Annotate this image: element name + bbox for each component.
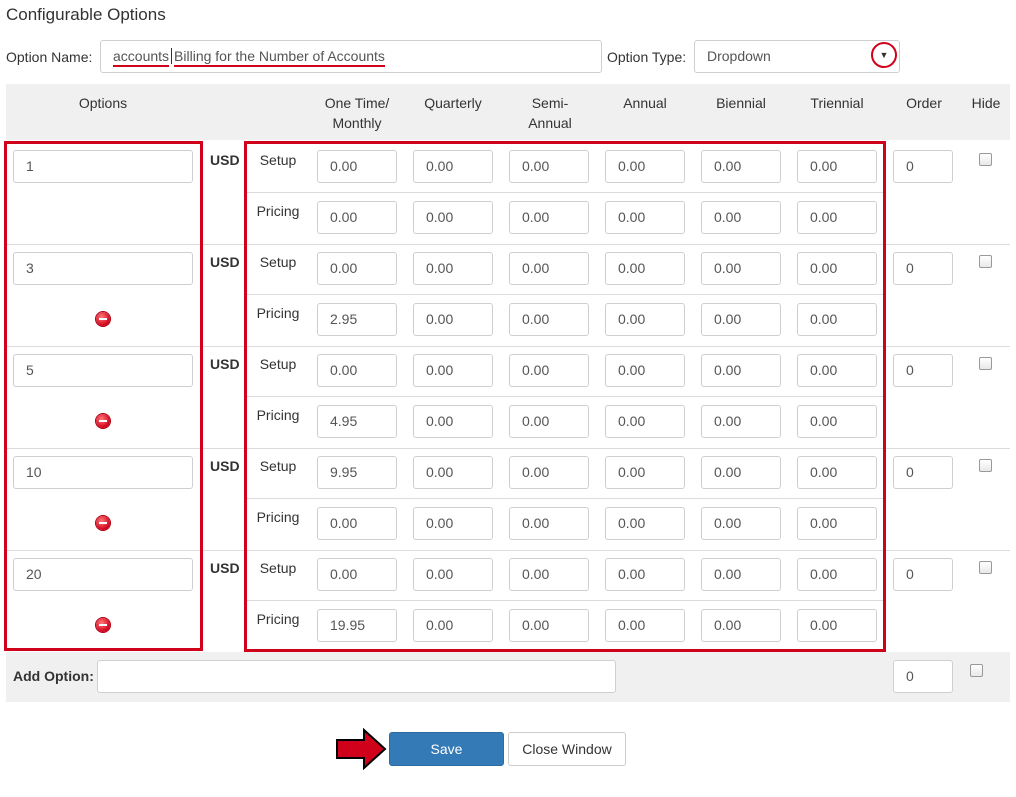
add-option-order-input[interactable]: 0 <box>893 660 953 693</box>
option-name-key: accounts <box>113 48 170 67</box>
col-triennial: Triennial <box>810 95 864 111</box>
option-name-friendly: Billing for the Number of Accounts <box>174 48 385 67</box>
option-type-label: Option Type: <box>607 49 687 65</box>
option-name-label: Option Name: <box>6 49 93 65</box>
option-type-value: Dropdown <box>707 48 771 64</box>
option-type-select[interactable]: Dropdown <box>694 40 900 73</box>
currency-label: USD <box>210 560 240 576</box>
order-input[interactable]: 0 <box>893 354 953 387</box>
col-order: Order <box>906 95 942 111</box>
page-title: Configurable Options <box>6 5 166 24</box>
currency-label: USD <box>210 356 240 372</box>
dropdown-arrow-icon[interactable]: ▼ <box>871 42 897 68</box>
currency-label: USD <box>210 254 240 270</box>
currency-label: USD <box>210 458 240 474</box>
hide-checkbox[interactable] <box>979 153 992 166</box>
order-input[interactable]: 0 <box>893 252 953 285</box>
close-window-button[interactable]: Close Window <box>508 732 626 766</box>
hide-checkbox[interactable] <box>979 459 992 472</box>
text-cursor <box>171 48 173 64</box>
pricing-highlight-box <box>244 141 886 652</box>
col-quarterly: Quarterly <box>424 95 482 111</box>
options-highlight-box <box>4 141 203 651</box>
hide-checkbox[interactable] <box>979 357 992 370</box>
add-option-label: Add Option: <box>13 668 94 684</box>
order-input[interactable]: 0 <box>893 558 953 591</box>
arrow-right-icon <box>336 727 387 771</box>
col-biennial: Biennial <box>716 95 766 111</box>
col-annual: Annual <box>623 95 667 111</box>
currency-label: USD <box>210 152 240 168</box>
hide-checkbox[interactable] <box>979 561 992 574</box>
add-option-input[interactable] <box>97 660 616 693</box>
order-input[interactable]: 0 <box>893 456 953 489</box>
col-one-time-monthly: One Time/ Monthly <box>324 95 390 131</box>
option-name-input[interactable]: accounts Billing for the Number of Accoun… <box>100 40 602 73</box>
col-hide: Hide <box>971 95 1001 111</box>
hide-checkbox[interactable] <box>979 255 992 268</box>
col-semi-annual: Semi- Annual <box>528 95 572 131</box>
save-changes-button[interactable]: Save Changes <box>389 732 504 789</box>
order-input[interactable]: 0 <box>893 150 953 183</box>
col-options: Options <box>78 95 128 111</box>
add-option-hide-checkbox[interactable] <box>970 664 983 677</box>
